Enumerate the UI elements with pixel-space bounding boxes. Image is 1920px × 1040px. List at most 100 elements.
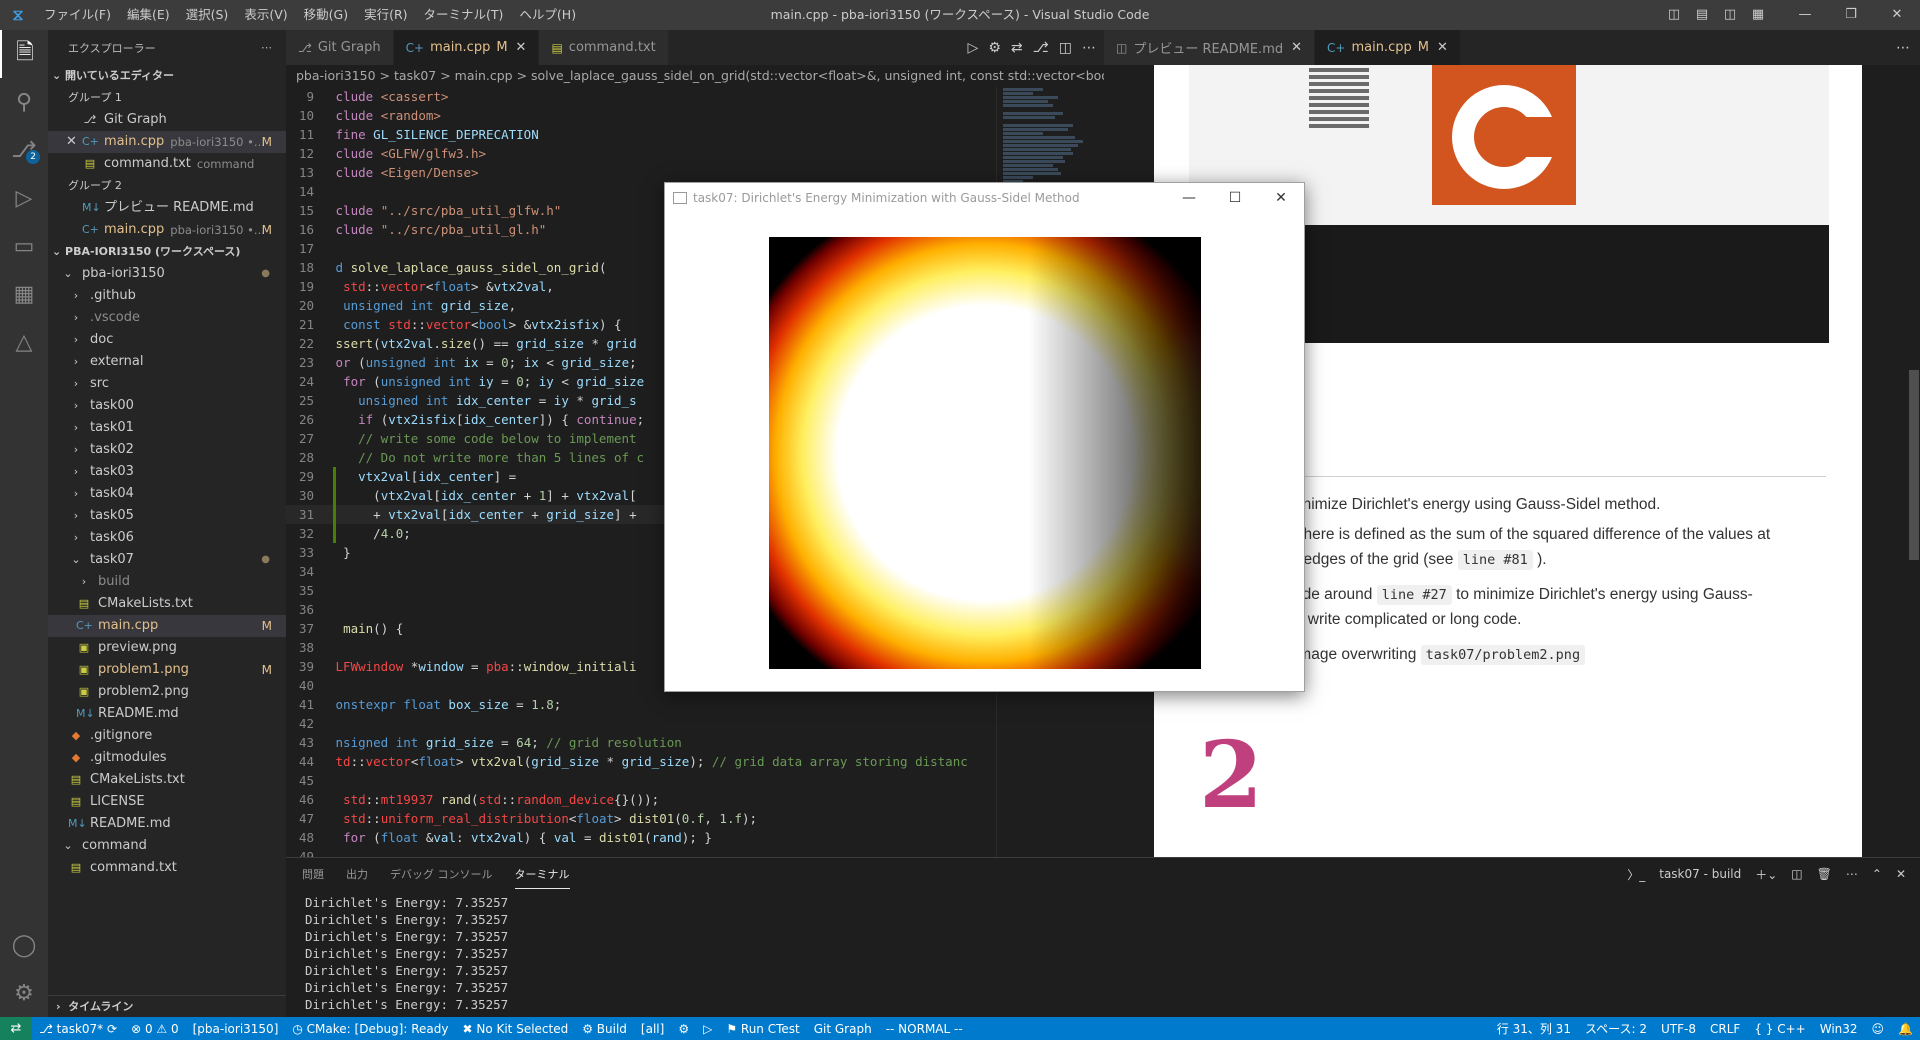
run-icon[interactable]: ▷	[968, 40, 979, 56]
panel-tab[interactable]: ターミナル	[514, 860, 570, 889]
new-terminal-icon[interactable]: ＋⌄	[1755, 866, 1777, 883]
tree-item[interactable]: › task04	[48, 483, 286, 505]
tree-item[interactable]: › task06	[48, 527, 286, 549]
cmake-icon[interactable]: △	[0, 318, 48, 366]
tree-item[interactable]: ▣ problem2.png	[48, 681, 286, 703]
close-button[interactable]: ✕	[1874, 0, 1920, 30]
menu-item[interactable]: ターミナル(T)	[416, 0, 512, 30]
indentation[interactable]: スペース: 2	[1578, 1020, 1654, 1037]
tree-item[interactable]: ▤ CMakeLists.txt	[48, 593, 286, 615]
tree-item[interactable]: C+ main.cpp M	[48, 615, 286, 637]
toggle-secondary-sidebar-icon[interactable]: ◫	[1716, 0, 1744, 30]
minimize-button[interactable]: —	[1166, 183, 1212, 213]
tree-item[interactable]: ◆ .gitmodules	[48, 747, 286, 769]
language-mode[interactable]: { } C++	[1747, 1022, 1812, 1036]
source-control-icon[interactable]: ⎇ 2	[0, 126, 48, 174]
tree-item[interactable]: › task02	[48, 439, 286, 461]
code-line[interactable]: 12 clude <GLFW/glfw3.h>	[286, 144, 996, 163]
encoding[interactable]: UTF-8	[1654, 1022, 1703, 1036]
tree-item[interactable]: › doc	[48, 329, 286, 351]
tree-item[interactable]: M↓ README.md	[48, 813, 286, 835]
account-icon[interactable]: ◯	[0, 921, 48, 969]
open-editor-item[interactable]: ▤ command.txt command	[48, 153, 286, 175]
search-icon[interactable]: ⚲	[0, 78, 48, 126]
menu-item[interactable]: ファイル(F)	[36, 0, 119, 30]
tree-item[interactable]: ⌄ pba-iori3150 ●	[48, 263, 286, 285]
code-line[interactable]: 49	[286, 847, 996, 857]
git-graph-status[interactable]: Git Graph	[807, 1022, 879, 1036]
restore-button[interactable]: ❐	[1828, 0, 1874, 30]
timeline-section[interactable]: › タイムライン	[48, 995, 286, 1017]
tree-item[interactable]: ▤ command.txt	[48, 857, 286, 879]
tree-item[interactable]: › task05	[48, 505, 286, 527]
split-terminal-icon[interactable]: ◫	[1791, 867, 1802, 881]
minimize-button[interactable]: —	[1782, 0, 1828, 30]
close-panel-icon[interactable]: ✕	[1896, 867, 1906, 881]
remote-icon[interactable]: ⇄	[0, 1017, 32, 1040]
settings-icon[interactable]: ⚙	[988, 40, 1001, 56]
more-actions-icon[interactable]: ⋯	[1846, 867, 1858, 881]
tree-item[interactable]: ⌄ task07 ●	[48, 549, 286, 571]
scrollbar-thumb[interactable]	[1909, 370, 1919, 560]
more-actions-icon[interactable]: ⋯	[1082, 40, 1096, 56]
tree-item[interactable]: ▤ CMakeLists.txt	[48, 769, 286, 791]
problems-indicator[interactable]: ⊗ 0 ⚠ 0	[124, 1022, 186, 1036]
tree-item[interactable]: › .vscode	[48, 307, 286, 329]
remote-explorer-icon[interactable]: ▭	[0, 222, 48, 270]
code-line[interactable]: 43 nsigned int grid_size = 64; // grid r…	[286, 733, 996, 752]
close-tab-icon[interactable]: ✕	[1437, 40, 1448, 55]
editor-tab[interactable]: C+ main.cpp M ✕	[1315, 30, 1461, 65]
open-editor-item[interactable]: M↓ プレビュー README.md	[48, 197, 286, 219]
code-line[interactable]: 46 std::mt19937 rand(std::random_device{…	[286, 790, 996, 809]
maximize-panel-icon[interactable]: ⌃	[1872, 867, 1882, 881]
tree-item[interactable]: ▣ problem1.png M	[48, 659, 286, 681]
editor-tab[interactable]: ◫ プレビュー README.md ✕	[1104, 30, 1316, 65]
open-editors-section[interactable]: ⌄ 開いているエディター	[48, 65, 286, 87]
cmake-status[interactable]: ◷ CMake: [Debug]: Ready	[285, 1022, 455, 1036]
panel-tab[interactable]: 問題	[302, 860, 324, 888]
close-editor-icon[interactable]: ✕	[66, 131, 77, 153]
menu-item[interactable]: 編集(E)	[119, 0, 178, 30]
menu-item[interactable]: ヘルプ(H)	[511, 0, 584, 30]
tree-item[interactable]: › task03	[48, 461, 286, 483]
editor-tab[interactable]: C+ main.cpp M ✕	[393, 30, 540, 65]
close-button[interactable]: ✕	[1258, 183, 1304, 213]
code-line[interactable]: 9 clude <cassert>	[286, 87, 996, 106]
panel-tab[interactable]: 出力	[346, 860, 368, 888]
terminal-name[interactable]: task07 - build	[1659, 867, 1741, 881]
menu-item[interactable]: 表示(V)	[236, 0, 295, 30]
tree-item[interactable]: › external	[48, 351, 286, 373]
tree-item[interactable]: › build	[48, 571, 286, 593]
extensions-icon[interactable]: ▦	[0, 270, 48, 318]
tree-item[interactable]: ▣ preview.png	[48, 637, 286, 659]
menu-item[interactable]: 実行(R)	[356, 0, 415, 30]
close-tab-icon[interactable]: ✕	[516, 40, 527, 55]
editor-tab[interactable]: ⎇ Git Graph	[286, 30, 394, 65]
compare-icon[interactable]: ⇄	[1011, 40, 1023, 56]
menu-item[interactable]: 選択(S)	[178, 0, 237, 30]
gl-render-canvas[interactable]	[769, 237, 1201, 669]
menu-item[interactable]: 移動(G)	[296, 0, 356, 30]
cmake-build[interactable]: ⚙ Build	[575, 1022, 634, 1036]
cmake-target[interactable]: [all]	[634, 1022, 671, 1036]
tree-item[interactable]: ◆ .gitignore	[48, 725, 286, 747]
breadcrumb[interactable]: pba-iori3150 > task07 > main.cpp > solve…	[286, 65, 1104, 87]
close-tab-icon[interactable]: ✕	[1291, 40, 1302, 55]
explorer-icon[interactable]: 🗎	[0, 30, 48, 78]
settings-gear-icon[interactable]: ⚙	[0, 969, 48, 1017]
trash-icon[interactable]: 🗑	[1817, 867, 1832, 881]
more-actions-icon[interactable]: ⋯	[261, 41, 272, 54]
end-of-line[interactable]: CRLF	[1703, 1022, 1747, 1036]
cursor-position[interactable]: 行 31、列 31	[1490, 1020, 1578, 1037]
tree-item[interactable]: ▤ LICENSE	[48, 791, 286, 813]
code-line[interactable]: 45	[286, 771, 996, 790]
tree-item[interactable]: M↓ README.md	[48, 703, 286, 725]
tree-item[interactable]: › task00	[48, 395, 286, 417]
git-icon[interactable]: ⎇	[1033, 40, 1049, 56]
platform[interactable]: Win32	[1813, 1022, 1865, 1036]
tree-item[interactable]: › task01	[48, 417, 286, 439]
split-editor-icon[interactable]: ◫	[1059, 40, 1072, 56]
customize-layout-icon[interactable]: ▦	[1744, 0, 1772, 30]
toggle-sidebar-icon[interactable]: ◫	[1660, 0, 1688, 30]
code-line[interactable]: 47 std::uniform_real_distribution<float>…	[286, 809, 996, 828]
